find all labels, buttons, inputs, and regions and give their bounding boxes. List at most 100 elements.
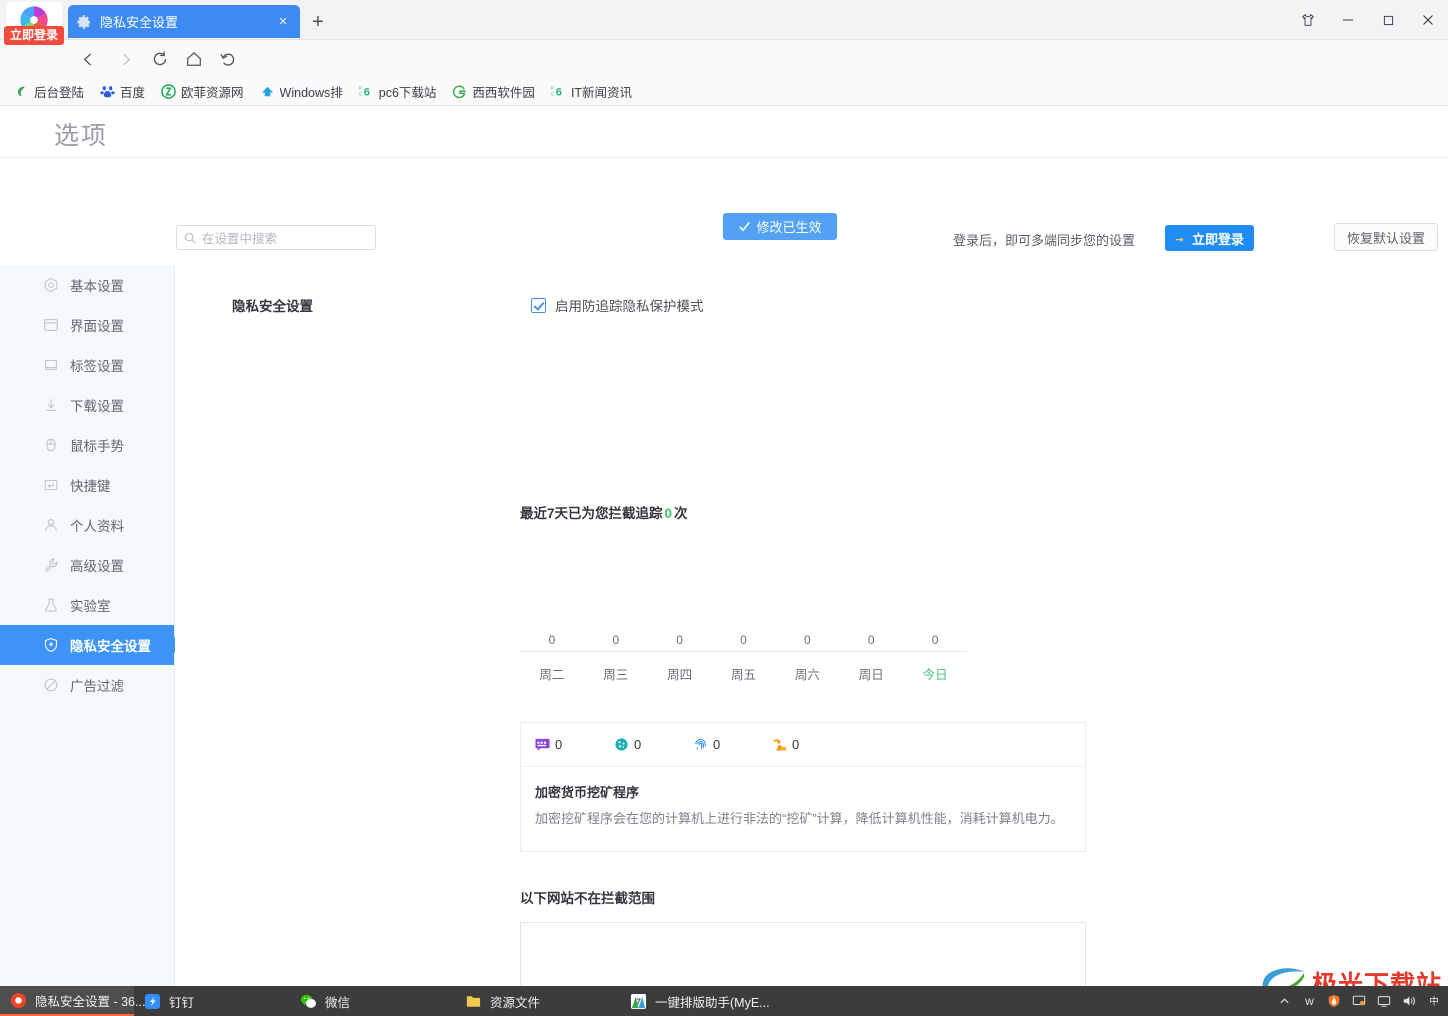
svg-text:6: 6 [556,87,562,99]
ad-banner-icon [535,738,550,751]
search-input[interactable]: 在设置中搜索 [176,225,376,250]
sidebar-item-advanced[interactable]: 高级设置 [0,545,174,585]
chart-x-tick: 周四 [667,668,693,682]
card-description-block: 加密货币挖矿程序 加密挖矿程序会在您的计算机上进行非法的“挖矿”计算，降低计算机… [521,767,1085,829]
sidebar-item-ad-filter[interactable]: 广告过滤 [0,665,174,705]
sidebar-item-profile[interactable]: 个人资料 [0,505,174,545]
sidebar-item-privacy-security[interactable]: 隐私安全设置 [0,625,183,665]
login-button[interactable]: 立即登录 [1165,225,1255,251]
taskbar: 隐私安全设置 - 36... 钉钉 微信 资源文件 7 一键排版助手(MyE..… [0,986,1448,1016]
bookmark-item[interactable]: PC6 IT新闻资讯 [545,81,638,103]
tray-volume-icon[interactable] [1401,993,1417,1009]
sidebar-item-label: 隐私安全设置 [70,639,151,654]
bookmark-item[interactable]: PC6 pc6下载站 [353,81,443,103]
svg-text:中: 中 [1429,996,1439,1008]
sidebar-item-label: 基本设置 [70,279,124,294]
chart-value-label: 0 [931,633,939,647]
app-icon: 7 [630,993,647,1009]
bookmark-favicon: PC 6 [551,86,562,99]
navigation-bar: chrome://settings/privacySecurity [0,40,1448,109]
bookmark-favicon [453,85,467,99]
shirt-icon [1302,13,1314,26]
tray-expand-icon[interactable] [1276,993,1292,1009]
sidebar-item-label: 个人资料 [70,519,124,534]
chart-x-tick: 周三 [603,668,629,682]
chart-x-tick: 周六 [794,668,820,682]
taskbar-item-dingtalk[interactable]: 钉钉 [134,986,284,1016]
bookmark-label: IT新闻资讯 [570,86,633,100]
bookmark-item[interactable]: 百度 [94,81,151,103]
sidebar-item-interface[interactable]: 界面设置 [0,305,174,345]
close-button[interactable] [1408,0,1448,40]
bookmark-favicon [161,84,176,99]
home-button[interactable] [182,47,206,71]
stat-fingerprint[interactable]: 0 [693,737,772,752]
tray-shield-icon[interactable] [1326,993,1342,1009]
card-heading: 加密货币挖矿程序 [535,785,640,800]
chart-column: 0 [712,633,776,651]
login-button-label: 立即登录 [1192,231,1245,247]
cookie-icon [615,738,628,751]
sidebar-item-downloads[interactable]: 下载设置 [0,385,174,425]
chart-value-label: 0 [548,633,556,647]
sidebar-item-basic[interactable]: 基本设置 [0,265,174,305]
stat-miner[interactable]: 0 [772,737,851,752]
skin-shirt-icon[interactable] [1288,0,1328,40]
stat-value: 0 [792,737,800,752]
tab-close-icon[interactable]: × [274,13,292,31]
enable-tracking-protection-row[interactable]: 启用防追踪隐私保护模式 [531,295,704,315]
taskbar-item-browser[interactable]: 隐私安全设置 - 36... [0,986,145,1016]
chart-value-label: 0 [676,633,683,647]
system-tray: W 中 [1276,986,1442,1016]
bookmark-item[interactable]: 西西软件园 [446,81,541,103]
browser-tab[interactable]: 隐私安全设置 × [68,5,300,38]
chart-x-tick-today: 今日 [922,668,948,682]
chart-column: 0 [775,633,839,651]
forward-arrow-icon [122,53,130,65]
taskbar-item-folder[interactable]: 资源文件 [455,986,605,1016]
bookmark-favicon: PC 6 [359,86,370,99]
dingtalk-icon [144,993,161,1009]
maximize-icon [1383,15,1393,25]
search-placeholder: 在设置中搜索 [202,232,278,246]
reload-button[interactable] [148,47,172,71]
taskbar-item-wechat[interactable]: 微信 [290,986,440,1016]
forward-button[interactable] [113,47,137,71]
minimize-button[interactable] [1328,0,1368,40]
bookmark-item[interactable]: 后台登陆 [8,81,90,103]
stat-value: 0 [713,737,721,752]
chart-column: 0 [648,633,712,651]
tray-monitor-icon[interactable] [1351,993,1367,1009]
taskbar-item-typesetting-app[interactable]: 7 一键排版助手(MyE... [620,986,810,1016]
sidebar-item-label: 界面设置 [70,319,124,334]
taskbar-item-label: 微信 [325,995,351,1010]
login-badge[interactable]: 立即登录 [4,26,65,45]
taskbar-item-label: 一键排版助手(MyE... [655,995,770,1010]
sidebar-item-shortcuts[interactable]: 快捷键 [0,465,174,505]
sidebar-item-mouse-gestures[interactable]: 鼠标手势 [0,425,174,465]
tray-ime-icon[interactable]: 中 [1426,993,1442,1009]
minimize-icon [1343,19,1353,21]
sidebar-item-label: 下载设置 [70,399,124,414]
reset-defaults-button[interactable]: 恢复默认设置 [1334,223,1438,251]
stat-cookie[interactable]: 0 [614,737,693,752]
restore-button[interactable] [216,47,240,71]
bookmark-item[interactable]: Windows排 [254,81,349,103]
new-tab-button[interactable]: + [306,10,330,34]
card-description: 加密挖矿程序会在您的计算机上进行非法的“挖矿”计算，降低计算机性能，消耗计算机电… [535,811,1064,826]
tray-w-icon[interactable]: W [1301,993,1317,1009]
enable-tracking-protection-checkbox[interactable] [531,297,546,313]
stat-ad-banner[interactable]: 0 [535,737,614,752]
user-icon [42,516,60,534]
whitelist-title: 以下网站不在拦截范围 [520,891,655,906]
svg-text:C: C [359,91,363,96]
sidebar-item-tabs[interactable]: 标签设置 [0,345,174,385]
back-button[interactable] [76,47,100,71]
bookmark-item[interactable]: 欧菲资源网 [155,81,250,103]
chart-value-label: 0 [740,633,747,647]
maximize-button[interactable] [1368,0,1408,40]
bookmark-favicon [17,86,25,97]
tray-display-icon[interactable] [1376,993,1392,1009]
shield-plus-icon [42,636,60,654]
sidebar-item-lab[interactable]: 实验室 [0,585,174,625]
